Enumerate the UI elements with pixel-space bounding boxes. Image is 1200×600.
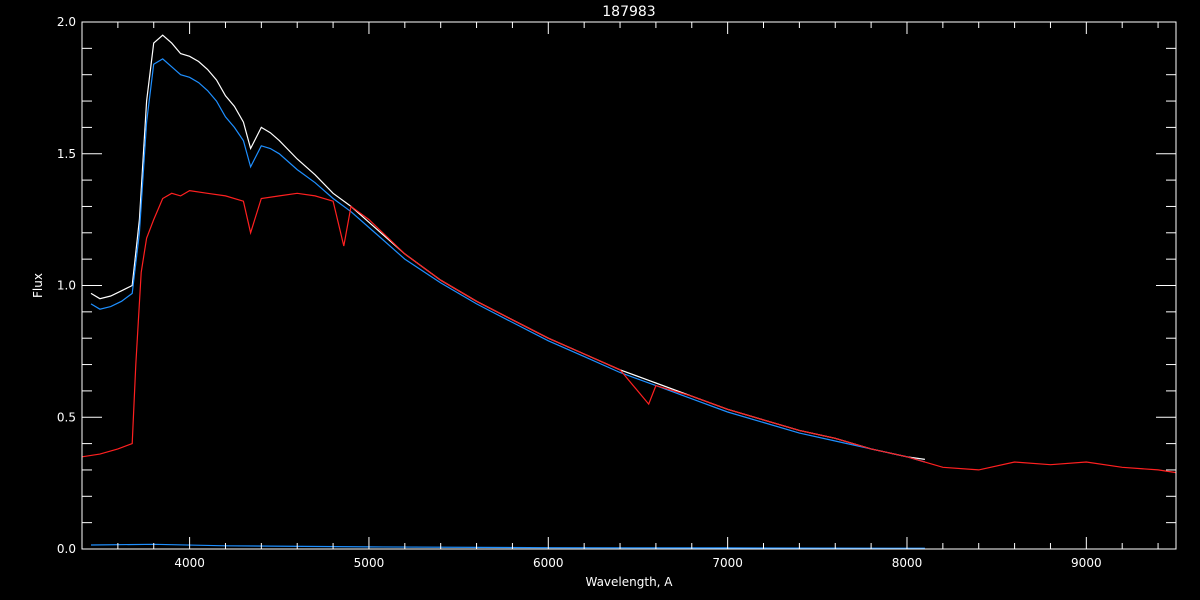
axes-layer: 4000 5000 6000 7000 8000 9000 0.0 0.5 1.0 1.5 2.0 — [57, 15, 1177, 570]
x-tick-label: 9000 — [1071, 556, 1102, 570]
series-line-2 — [90, 58, 926, 463]
y-tick-label: 1.0 — [57, 279, 76, 293]
x-tick-label: 5000 — [354, 556, 385, 570]
x-axis-label: Wavelength, A — [585, 575, 673, 589]
y-tick-label: 0.0 — [57, 542, 76, 556]
spectrum-chart: 187983 Wavelength, A Flux 4000 5000 6000 70… — [0, 0, 1200, 600]
x-tick-label: 4000 — [174, 556, 205, 570]
y-tick-label: 0.5 — [57, 410, 76, 424]
series-line-3 — [81, 189, 1177, 474]
chart-svg: 187983 Wavelength, A Flux 4000 5000 6000 70… — [31, 4, 1177, 589]
chart-title: 187983 — [602, 4, 655, 20]
y-tick-label: 2.0 — [57, 15, 76, 29]
series-layer — [81, 34, 1177, 549]
y-axis-label: Flux — [31, 273, 45, 298]
y-tick-label: 1.5 — [57, 147, 76, 161]
x-tick-label: 8000 — [892, 556, 923, 570]
plot-frame — [81, 21, 1177, 550]
x-tick-label: 6000 — [533, 556, 564, 570]
series-line-1 — [90, 34, 925, 460]
x-tick-label: 7000 — [712, 556, 743, 570]
